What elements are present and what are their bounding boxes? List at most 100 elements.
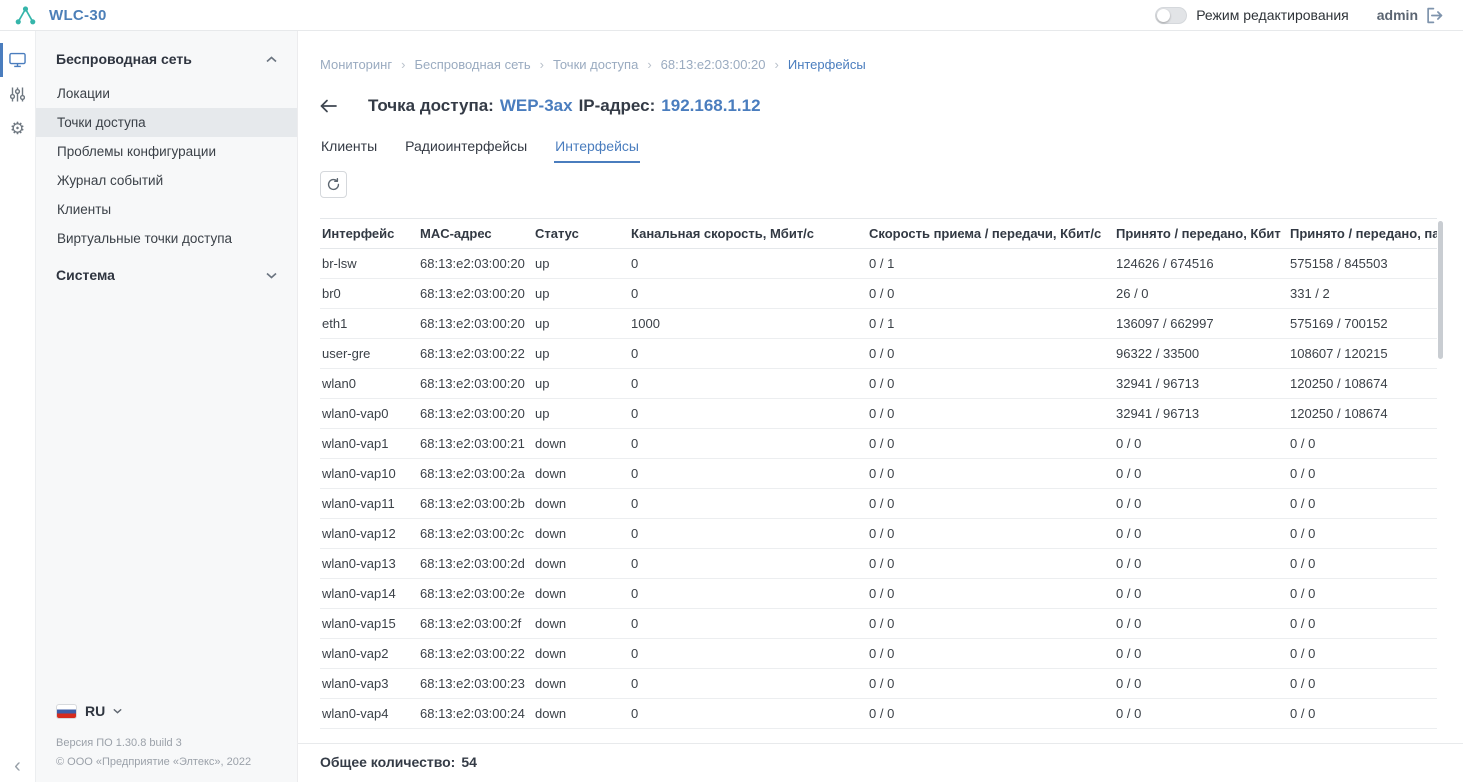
column-header: Интерфейс xyxy=(320,219,420,249)
rail-monitoring-button[interactable] xyxy=(0,43,35,77)
breadcrumb-item[interactable]: Мониторинг xyxy=(320,57,392,72)
cell-link-speed: 0 xyxy=(631,639,869,669)
cell-rx-tx-kbit: 32941 / 96713 xyxy=(1116,369,1290,399)
edit-mode-toggle[interactable] xyxy=(1155,7,1187,24)
cell-interface: eth1 xyxy=(320,309,420,339)
gear-icon: ⚙ xyxy=(10,120,25,137)
cell-mac: 68:13:e2:03:00:20 xyxy=(420,309,535,339)
cell-rx-tx-speed: 0 / 1 xyxy=(869,309,1116,339)
sidebar-section-label: Система xyxy=(56,267,115,283)
cell-interface: wlan0-vap10 xyxy=(320,459,420,489)
cell-link-speed: 0 xyxy=(631,249,869,279)
cell-link-speed: 0 xyxy=(631,399,869,429)
page-title: Точка доступа: WEP-3ax IP-адрес: 192.168… xyxy=(368,96,761,116)
cell-status: up xyxy=(535,339,631,369)
refresh-button[interactable] xyxy=(320,171,347,198)
cell-rx-tx-packets: 0 / 0 xyxy=(1290,579,1437,609)
cell-link-speed: 0 xyxy=(631,279,869,309)
rail-settings-button[interactable]: ⚙ xyxy=(0,111,35,145)
sidebar-item[interactable]: Журнал событий xyxy=(36,166,297,195)
cell-mac: 68:13:e2:03:00:20 xyxy=(420,249,535,279)
cell-status: down xyxy=(535,459,631,489)
sidebar-collapse-button[interactable]: ‹ xyxy=(0,756,35,776)
table-footer: Общее количество: 54 xyxy=(298,743,1463,782)
cell-rx-tx-speed: 0 / 0 xyxy=(869,699,1116,729)
cell-rx-tx-kbit: 32941 / 96713 xyxy=(1116,399,1290,429)
cell-rx-tx-packets: 0 / 0 xyxy=(1290,669,1437,699)
cell-mac: 68:13:e2:03:00:2d xyxy=(420,549,535,579)
tab[interactable]: Клиенты xyxy=(320,138,378,163)
cell-rx-tx-packets: 0 / 0 xyxy=(1290,699,1437,729)
logout-icon xyxy=(1426,7,1443,24)
sidebar-item[interactable]: Клиенты xyxy=(36,195,297,224)
breadcrumb-item[interactable]: Точки доступа xyxy=(531,57,639,72)
rail-wlan-button[interactable] xyxy=(0,77,35,111)
sidebar-item[interactable]: Проблемы конфигурации xyxy=(36,137,297,166)
tab-bar: Клиенты Радиоинтерфейсы Интерфейсы xyxy=(320,138,1463,163)
cell-mac: 68:13:e2:03:00:21 xyxy=(420,429,535,459)
cell-link-speed: 0 xyxy=(631,459,869,489)
sidebar-section-system[interactable]: Система xyxy=(36,253,297,295)
cell-status: down xyxy=(535,549,631,579)
cell-mac: 68:13:e2:03:00:2a xyxy=(420,459,535,489)
cell-rx-tx-kbit: 0 / 0 xyxy=(1116,549,1290,579)
cell-status: down xyxy=(535,429,631,459)
cell-rx-tx-speed: 0 / 0 xyxy=(869,609,1116,639)
cell-rx-tx-packets: 575169 / 700152 xyxy=(1290,309,1437,339)
app-window: WLC-30 Режим редактирования admin xyxy=(0,0,1463,782)
language-selector[interactable]: RU xyxy=(56,703,277,719)
cell-rx-tx-kbit: 0 / 0 xyxy=(1116,429,1290,459)
table-row: br0 68:13:e2:03:00:20 up 0 0 / 0 26 / 0 … xyxy=(320,279,1437,309)
icon-rail: ⚙ ‹ xyxy=(0,31,36,782)
table-row: wlan0 68:13:e2:03:00:20 up 0 0 / 0 32941… xyxy=(320,369,1437,399)
cell-status: down xyxy=(535,519,631,549)
cell-rx-tx-kbit: 96322 / 33500 xyxy=(1116,339,1290,369)
chevron-left-icon: ‹ xyxy=(14,755,21,777)
cell-link-speed: 0 xyxy=(631,579,869,609)
tab[interactable]: Интерфейсы xyxy=(554,138,640,163)
cell-rx-tx-speed: 0 / 0 xyxy=(869,489,1116,519)
cell-rx-tx-speed: 0 / 0 xyxy=(869,549,1116,579)
breadcrumb-item[interactable]: 68:13:e2:03:00:20 xyxy=(638,57,765,72)
top-bar-right: Режим редактирования admin xyxy=(1155,7,1443,24)
cell-rx-tx-kbit: 0 / 0 xyxy=(1116,489,1290,519)
cell-link-speed: 1000 xyxy=(631,309,869,339)
table-row: wlan0-vap0 68:13:e2:03:00:20 up 0 0 / 0 … xyxy=(320,399,1437,429)
cell-rx-tx-kbit: 0 / 0 xyxy=(1116,609,1290,639)
cell-link-speed: 0 xyxy=(631,339,869,369)
logout-button[interactable] xyxy=(1426,7,1443,24)
cell-rx-tx-speed: 0 / 0 xyxy=(869,579,1116,609)
tab[interactable]: Радиоинтерфейсы xyxy=(404,138,528,163)
cell-mac: 68:13:e2:03:00:2f xyxy=(420,609,535,639)
back-button[interactable] xyxy=(320,99,337,113)
cell-rx-tx-packets: 108607 / 120215 xyxy=(1290,339,1437,369)
sidebar-item[interactable]: Точки доступа xyxy=(36,108,297,137)
cell-interface: wlan0-vap1 xyxy=(320,429,420,459)
cell-status: down xyxy=(535,639,631,669)
cell-rx-tx-packets: 331 / 2 xyxy=(1290,279,1437,309)
breadcrumb-item[interactable]: Интерфейсы xyxy=(766,57,866,72)
cell-rx-tx-speed: 0 / 0 xyxy=(869,279,1116,309)
table-row: wlan0-vap14 68:13:e2:03:00:2e down 0 0 /… xyxy=(320,579,1437,609)
chevron-up-icon xyxy=(266,56,277,63)
cell-status: down xyxy=(535,609,631,639)
table-scrollbar[interactable] xyxy=(1438,221,1443,359)
table-row: wlan0-vap15 68:13:e2:03:00:2f down 0 0 /… xyxy=(320,609,1437,639)
cell-interface: wlan0-vap0 xyxy=(320,399,420,429)
sidebar-section-wireless[interactable]: Беспроводная сеть xyxy=(36,31,297,79)
breadcrumb-item[interactable]: Беспроводная сеть xyxy=(392,57,530,72)
cell-interface: wlan0-vap14 xyxy=(320,579,420,609)
cell-interface: wlan0-vap12 xyxy=(320,519,420,549)
sidebar-item[interactable]: Виртуальные точки доступа xyxy=(36,224,297,253)
cell-rx-tx-kbit: 136097 / 662997 xyxy=(1116,309,1290,339)
cell-mac: 68:13:e2:03:00:2b xyxy=(420,489,535,519)
sidebar: Беспроводная сеть ЛокацииТочки доступаПр… xyxy=(36,31,298,782)
table-row: wlan0-vap10 68:13:e2:03:00:2a down 0 0 /… xyxy=(320,459,1437,489)
cell-rx-tx-kbit: 0 / 0 xyxy=(1116,459,1290,489)
sidebar-item[interactable]: Локации xyxy=(36,79,297,108)
ip-address: 192.168.1.12 xyxy=(661,96,760,116)
column-header: Принято / передано, Кбит xyxy=(1116,219,1290,249)
cell-rx-tx-packets: 120250 / 108674 xyxy=(1290,369,1437,399)
cell-rx-tx-kbit: 26 / 0 xyxy=(1116,279,1290,309)
cell-rx-tx-packets: 0 / 0 xyxy=(1290,489,1437,519)
